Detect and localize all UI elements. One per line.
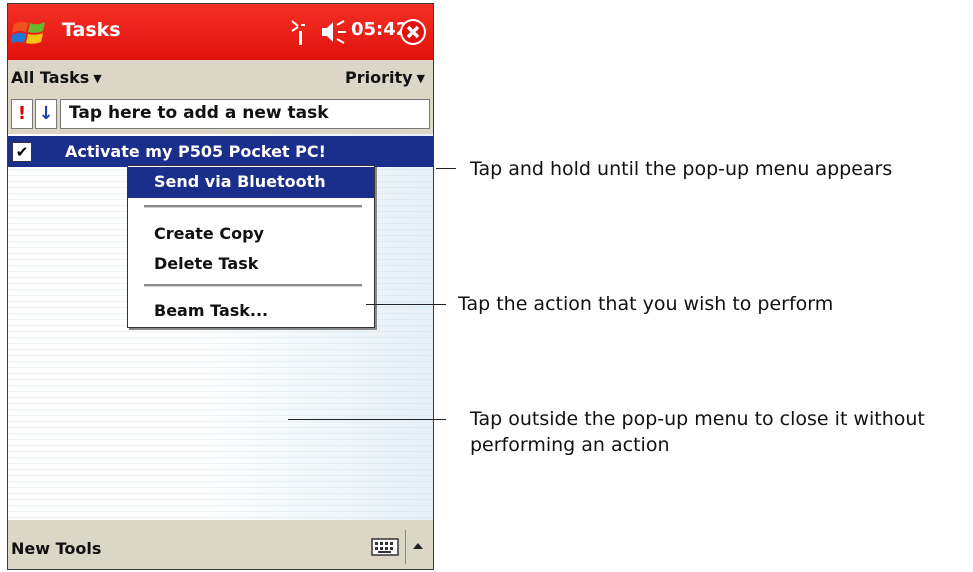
task-checkbox[interactable]: ✔ bbox=[12, 142, 32, 162]
category-filter-label: All Tasks bbox=[11, 68, 90, 87]
pocket-pc-screen: Tasks 05:42 All Tasks ▼ Priority ▼ ! ↓ Tap… bbox=[7, 3, 434, 570]
menu-item-beam-task[interactable]: Beam Task... bbox=[128, 296, 374, 327]
menu-item-delete-task[interactable]: Delete Task bbox=[128, 249, 374, 280]
close-icon[interactable] bbox=[398, 17, 428, 47]
menu-bar: New Tools bbox=[8, 520, 433, 569]
task-title: Activate my P505 Pocket PC! bbox=[65, 142, 326, 161]
priority-button[interactable]: ! bbox=[11, 99, 33, 129]
sort-label: Priority bbox=[344, 68, 413, 87]
popup-menu: Send via Bluetooth Create Copy Delete Ta… bbox=[127, 165, 375, 328]
task-list[interactable]: ✔ Activate my P505 Pocket PC! Send via B… bbox=[8, 134, 433, 520]
windows-start-icon[interactable] bbox=[11, 16, 49, 49]
sort-dropdown[interactable]: Priority ▼ bbox=[345, 68, 425, 87]
volume-icon[interactable] bbox=[320, 19, 348, 45]
callout-action: Tap the action that you wish to perform bbox=[458, 293, 834, 315]
category-filter-dropdown[interactable]: All Tasks ▼ bbox=[11, 68, 102, 87]
chevron-down-icon: ▼ bbox=[93, 72, 102, 85]
menubar-divider bbox=[405, 530, 406, 564]
title-bar: Tasks 05:42 bbox=[8, 4, 433, 60]
app-title: Tasks bbox=[62, 19, 121, 41]
chevron-down-icon: ▼ bbox=[416, 72, 425, 85]
menu-item-create-copy[interactable]: Create Copy bbox=[128, 219, 374, 250]
up-arrow-icon[interactable] bbox=[410, 539, 426, 553]
menu-item-send-via-bluetooth[interactable]: Send via Bluetooth bbox=[128, 167, 374, 198]
callout-line-3 bbox=[288, 419, 446, 420]
filter-bar: All Tasks ▼ Priority ▼ bbox=[8, 60, 433, 95]
callout-line-1 bbox=[436, 168, 456, 169]
new-task-input[interactable]: Tap here to add a new task bbox=[60, 99, 430, 129]
menu-separator bbox=[144, 284, 362, 287]
signal-icon[interactable] bbox=[289, 17, 311, 47]
entry-bar: ! ↓ Tap here to add a new task bbox=[8, 95, 433, 134]
new-tools-menu[interactable]: New Tools bbox=[11, 539, 101, 558]
callout-line-2 bbox=[366, 304, 446, 305]
low-priority-button[interactable]: ↓ bbox=[35, 99, 57, 129]
task-row[interactable]: ✔ Activate my P505 Pocket PC! bbox=[8, 136, 433, 167]
menu-separator bbox=[144, 205, 362, 208]
callout-outside: Tap outside the pop-up menu to close it … bbox=[470, 408, 925, 456]
callout-hold: Tap and hold until the pop-up menu appea… bbox=[470, 158, 893, 180]
keyboard-icon[interactable] bbox=[371, 537, 399, 557]
